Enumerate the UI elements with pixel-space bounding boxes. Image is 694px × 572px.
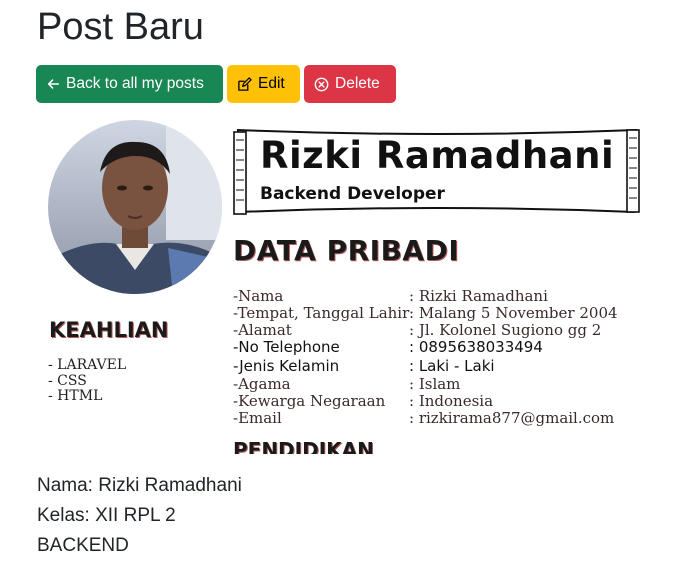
edit-label: Edit — [258, 75, 285, 92]
info-jurusan: BACKEND — [37, 535, 129, 556]
x-circle-icon — [314, 77, 329, 92]
cv-role: Backend Developer — [260, 184, 445, 204]
info-nama: Nama: Rizki Ramadhani — [37, 475, 242, 496]
pendidikan-heading: PENDIDIKAN — [233, 438, 374, 454]
field-value: : Laki - Laki — [409, 357, 495, 375]
field-label: -No Telephone — [233, 338, 340, 356]
field-label: -Email — [233, 409, 282, 427]
skill-item: - CSS — [48, 372, 87, 389]
field-value: : Islam — [409, 375, 461, 393]
back-to-posts-button[interactable]: Back to all my posts — [36, 65, 223, 103]
info-kelas: Kelas: XII RPL 2 — [37, 505, 176, 526]
profile-photo — [48, 120, 222, 294]
delete-button[interactable]: Delete — [304, 65, 396, 103]
field-value: : 0895638033494 — [409, 338, 543, 356]
field-label: -Agama — [233, 375, 291, 393]
field-label: -Jenis Kelamin — [233, 357, 340, 375]
cv-name: Rizki Ramadhani — [260, 134, 615, 177]
delete-label: Delete — [335, 75, 380, 92]
skills-list: - LARAVEL - CSS - HTML — [48, 357, 127, 405]
keahlian-heading: KEAHLIAN — [49, 318, 169, 342]
field-value: : Rizki Ramadhani — [409, 287, 548, 305]
arrow-left-icon — [46, 77, 60, 91]
skill-item: - HTML — [48, 388, 103, 404]
field-value: : Jl. Kolonel Sugiono gg 2 — [409, 321, 602, 339]
data-pribadi-heading: DATA PRIBADI — [233, 234, 460, 267]
skill-item: - LARAVEL — [48, 357, 127, 373]
edit-button[interactable]: Edit — [227, 65, 300, 103]
cv-image: Rizki Ramadhani Backend Developer DATA P… — [36, 118, 656, 454]
field-label: -Tempat, Tanggal Lahir — [233, 304, 410, 322]
field-value: : Indonesia — [409, 392, 494, 410]
back-to-posts-label: Back to all my posts — [66, 75, 204, 92]
field-label: -Nama — [233, 287, 284, 305]
field-value: : Malang 5 November 2004 — [409, 304, 618, 322]
field-label: -Kewarga Negaraan — [233, 392, 386, 410]
field-label: -Alamat — [233, 321, 292, 339]
pencil-square-icon — [237, 76, 252, 92]
page-title: Post Baru — [37, 6, 204, 48]
field-value: : rizkirama877@gmail.com — [409, 409, 615, 427]
